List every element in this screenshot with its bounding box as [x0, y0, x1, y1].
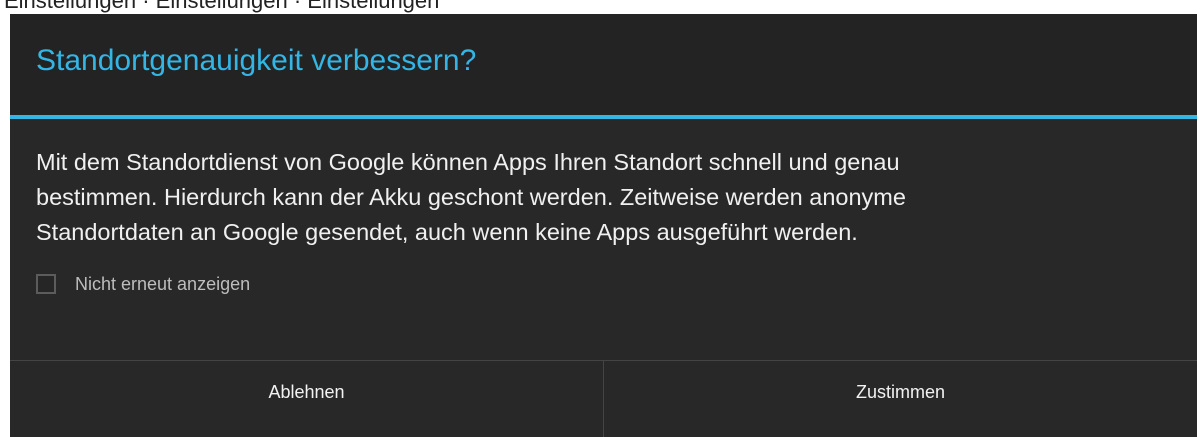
background-app-text: Einstellungen · Einstellungen · Einstell…	[4, 0, 440, 13]
title-divider	[10, 115, 1197, 119]
screen: Einstellungen · Einstellungen · Einstell…	[0, 0, 1197, 437]
dont-show-again-checkbox[interactable]	[36, 274, 56, 294]
location-accuracy-dialog: Standortgenauigkeit verbessern? Mit dem …	[10, 14, 1197, 437]
decline-button[interactable]: Ablehnen	[10, 361, 603, 437]
dialog-message: Mit dem Standortdienst von Google können…	[36, 145, 1176, 250]
dialog-message-line: bestimmen. Hierdurch kann der Akku gesch…	[36, 184, 906, 210]
dont-show-again-label: Nicht erneut anzeigen	[75, 273, 251, 294]
dialog-title-bar: Standortgenauigkeit verbessern?	[10, 14, 1197, 115]
background-app-strip: Einstellungen · Einstellungen · Einstell…	[0, 0, 1197, 14]
dialog-title: Standortgenauigkeit verbessern?	[36, 44, 477, 77]
dialog-message-line: Mit dem Standortdienst von Google können…	[36, 149, 900, 175]
accept-button[interactable]: Zustimmen	[604, 361, 1197, 437]
dialog-button-bar: Ablehnen Zustimmen	[10, 361, 1197, 437]
dont-show-again-row[interactable]: Nicht erneut anzeigen	[36, 271, 250, 297]
dialog-message-line: Standortdaten an Google gesendet, auch w…	[36, 219, 858, 245]
